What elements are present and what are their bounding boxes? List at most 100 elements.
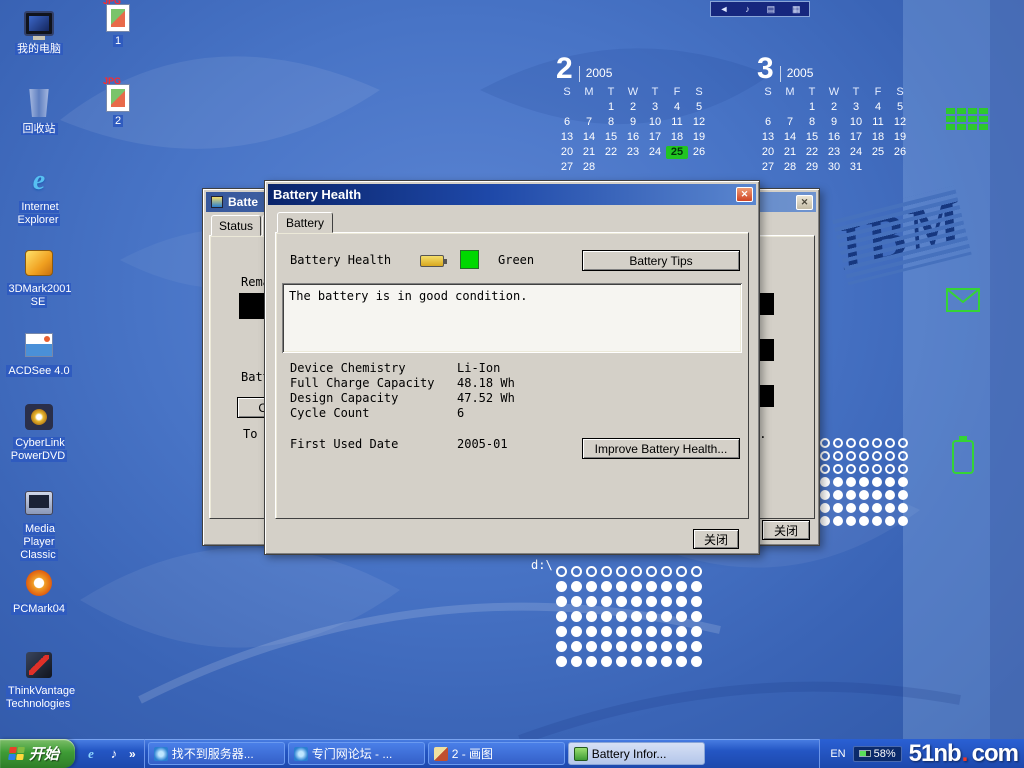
calendar-date [578, 101, 600, 114]
decor-dot [833, 438, 843, 448]
calendar-date: 3 [644, 101, 666, 114]
task-button-forum[interactable]: 专门网论坛 - ... [288, 742, 425, 765]
calendar-date [556, 101, 578, 114]
decor-dot [885, 464, 895, 474]
calendar-date: 17 [845, 131, 867, 144]
close-button[interactable]: 关闭 [693, 529, 739, 549]
battery-health-titlebar[interactable]: Battery Health ✕ [268, 184, 756, 205]
decor-cell [946, 108, 955, 114]
calendar-date: 26 [889, 146, 911, 159]
field-label: Cycle Count [290, 406, 369, 420]
start-button[interactable]: 开始 [0, 739, 75, 768]
language-indicator[interactable]: EN [830, 748, 845, 760]
decor-dot [661, 596, 672, 607]
desktop-icon-internet-explorer[interactable]: e Internet Explorer [6, 164, 72, 227]
decor-dot [846, 490, 856, 500]
panel-icon[interactable]: ▤ [767, 5, 776, 14]
calendar-date: 14 [779, 131, 801, 144]
calendar-date: 24 [845, 146, 867, 159]
task-button-paint[interactable]: 2 - 画图 [428, 742, 565, 765]
desktop-file-1[interactable]: JPG 1 [96, 4, 140, 48]
desktop-icon-powerdvd[interactable]: CyberLink PowerDVD [6, 400, 72, 463]
decor-dot [676, 611, 687, 622]
task-button-server-not-found[interactable]: 找不到服务器... [148, 742, 285, 765]
volume-icon[interactable]: ◄ [719, 5, 728, 14]
calendar-date: 4 [666, 101, 688, 114]
desktop-icon-acdsee[interactable]: ACDSee 4.0 [6, 328, 72, 378]
battery-tray-indicator[interactable]: 58% [853, 746, 902, 762]
decor-dot [616, 641, 627, 652]
close-button[interactable]: 关闭 [762, 520, 810, 540]
note-icon[interactable]: ♪ [745, 5, 750, 14]
decor-cell [968, 124, 977, 130]
calendar-date [622, 161, 644, 174]
field-label: Design Capacity [290, 391, 398, 405]
calendar-month: 2 [556, 55, 573, 82]
improve-battery-health-button[interactable]: Improve Battery Health... [582, 438, 740, 459]
calendar-date: 20 [757, 146, 779, 159]
calendar-date [644, 161, 666, 174]
field-value: Li-Ion [457, 361, 500, 375]
battery-tips-button[interactable]: Battery Tips [582, 250, 740, 271]
calendar-date: 11 [666, 116, 688, 129]
decor-dot [586, 566, 597, 577]
decor-dot [601, 641, 612, 652]
calendar-date: 18 [867, 131, 889, 144]
doc-icon[interactable]: ▦ [792, 5, 801, 14]
decor-dot [872, 451, 882, 461]
desktop-icon-media-player-classic[interactable]: Media Player Classic [6, 486, 72, 563]
thinkvantage-icon [21, 648, 57, 682]
chevron-icon[interactable]: » [129, 747, 136, 761]
ie-icon [154, 747, 168, 761]
calendar-day-header: S [688, 86, 710, 99]
decor-dot [691, 656, 702, 667]
desktop-icon-my-computer[interactable]: 我的电脑 [6, 6, 72, 56]
condition-textbox[interactable]: The battery is in good condition. [282, 283, 742, 353]
decor-dot [859, 438, 869, 448]
decor-dot [820, 490, 830, 500]
desktop-file-2[interactable]: JPG 2 [96, 84, 140, 128]
ie-quicklaunch-icon[interactable]: e [83, 746, 99, 762]
calendar-date: 13 [556, 131, 578, 144]
envelope-icon [946, 288, 980, 312]
task-button-battery-information[interactable]: Battery Infor... [568, 742, 705, 765]
decor-cell [979, 124, 988, 130]
calendar-date: 5 [688, 101, 710, 114]
close-icon[interactable]: ✕ [736, 187, 753, 202]
field-value: 2005-01 [457, 437, 508, 451]
calendar-date [688, 161, 710, 174]
health-status-text: Green [498, 253, 534, 267]
tab-battery[interactable]: Battery [277, 212, 333, 233]
calendar-day-header: S [889, 86, 911, 99]
windows-flag-icon [8, 747, 25, 760]
calendar-day-header: T [600, 86, 622, 99]
powerdvd-icon [21, 400, 57, 434]
decor-dot [676, 656, 687, 667]
desktop-icon-thinkvantage[interactable]: ThinkVantage Technologies [6, 648, 72, 711]
icon-label: 1 [96, 35, 140, 48]
calendar-date [867, 161, 889, 174]
decor-dot [631, 656, 642, 667]
decor-dot [833, 490, 843, 500]
close-icon[interactable]: ✕ [796, 195, 813, 210]
calendar-date: 15 [801, 131, 823, 144]
decor-dot [859, 490, 869, 500]
tab-label: Battery [286, 216, 324, 230]
mini-toolbar[interactable]: ◄ ♪ ▤ ▦ [710, 1, 810, 17]
calendar-date: 18 [666, 131, 688, 144]
desktop-icon-recycle-bin[interactable]: 回收站 [6, 86, 72, 136]
decor-dot [885, 503, 895, 513]
calendar-date: 7 [578, 116, 600, 129]
decor-dot [691, 581, 702, 592]
jpg-file-icon: JPG [106, 84, 130, 112]
decor-dot [646, 566, 657, 577]
calendar-date [889, 161, 911, 174]
desktop-icon-pcmark04[interactable]: PCMark04 [6, 566, 72, 616]
decor-dot [885, 490, 895, 500]
tab-status[interactable]: Status [211, 215, 261, 236]
calendar-date: 16 [622, 131, 644, 144]
button-label: Improve Battery Health... [595, 442, 728, 456]
media-quicklaunch-icon[interactable]: ♪ [106, 746, 122, 762]
desktop-icon-3dmark2001[interactable]: 3DMark2001 SE [6, 246, 72, 309]
decor-dot [859, 477, 869, 487]
